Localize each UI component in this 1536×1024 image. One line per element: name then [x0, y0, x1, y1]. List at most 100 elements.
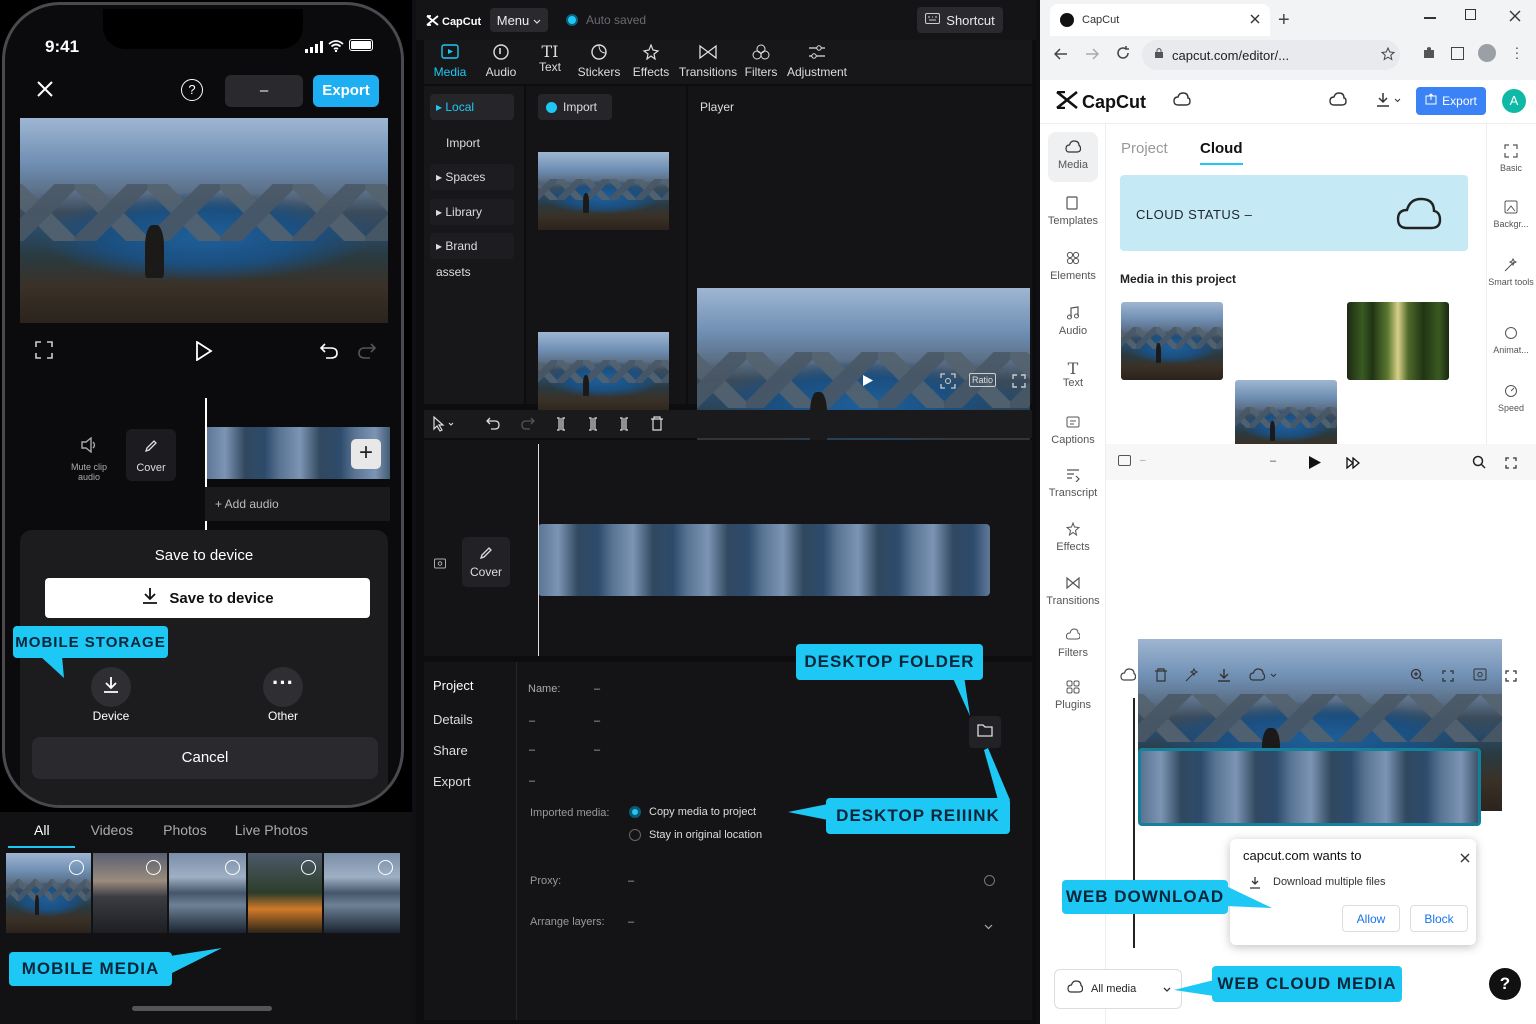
play-icon[interactable] [862, 374, 874, 392]
settings-nav-export[interactable]: Export [433, 774, 471, 789]
extensions-icon[interactable] [1422, 46, 1436, 65]
project-name-field[interactable]: – [225, 75, 303, 107]
cover-button[interactable]: Cover [126, 429, 176, 481]
tab-videos[interactable]: Videos [75, 812, 150, 848]
close-icon[interactable] [35, 79, 55, 104]
profile-avatar[interactable] [1478, 44, 1496, 62]
ratio-button[interactable]: Ratio [969, 373, 997, 387]
nav-audio[interactable]: Audio [1046, 306, 1100, 337]
expand-icon[interactable] [1505, 669, 1517, 687]
toolbar-media[interactable]: Media [430, 44, 470, 79]
select-circle-icon[interactable] [301, 860, 316, 875]
cloud-icon[interactable] [1329, 92, 1347, 113]
nav-media[interactable]: Media [1046, 140, 1100, 171]
allow-button[interactable]: Allow [1342, 905, 1400, 932]
select-circle-icon[interactable] [69, 860, 84, 875]
download-icon[interactable] [1217, 668, 1231, 687]
save-to-device-button[interactable]: Save to device [45, 578, 370, 618]
chevron-down-icon[interactable] [984, 917, 993, 935]
shortcut-button[interactable]: Shortcut [917, 7, 1003, 33]
toolbar-adjustment[interactable]: Adjustment [786, 44, 848, 79]
fit-icon[interactable] [1442, 669, 1454, 687]
cloud-icon[interactable] [1173, 92, 1191, 113]
stay-option-label[interactable]: Stay in original location [649, 829, 762, 841]
undo-icon[interactable] [319, 341, 339, 364]
sidebar-item-library[interactable]: ▸ Library [430, 199, 514, 225]
back-icon[interactable] [1053, 47, 1068, 65]
toolbar-audio[interactable]: Audio [480, 44, 522, 79]
nav-templates[interactable]: Templates [1046, 196, 1100, 227]
fullscreen-icon[interactable] [35, 341, 53, 364]
undo-icon[interactable] [486, 417, 500, 436]
browser-tab[interactable]: CapCut [1050, 4, 1270, 36]
track-icon[interactable] [434, 556, 446, 574]
playhead[interactable] [538, 444, 539, 656]
all-media-dropdown[interactable]: All media [1054, 969, 1182, 1009]
aspect-icon[interactable] [1118, 455, 1131, 466]
star-icon[interactable] [1380, 46, 1396, 66]
tab-live-photos[interactable]: Live Photos [221, 812, 322, 848]
web-export-button[interactable]: Export [1416, 87, 1486, 115]
nav-effects[interactable]: Effects [1046, 521, 1100, 553]
settings-nav-project[interactable]: Project [433, 678, 473, 693]
fast-forward-icon[interactable] [1346, 456, 1361, 474]
nav-text[interactable]: T Text [1046, 360, 1100, 389]
sidebar-item-brand-assets[interactable]: ▸ Brand assets [430, 233, 514, 279]
delete-icon[interactable] [1154, 668, 1168, 687]
media-thumb[interactable] [538, 332, 669, 414]
toolbar-text[interactable]: TI Text [530, 44, 570, 75]
copy-option-label[interactable]: Copy media to project [649, 806, 756, 818]
address-bar[interactable]: capcut.com/editor/... [1142, 40, 1400, 70]
redo-icon[interactable] [521, 417, 535, 436]
right-nav-background[interactable]: Backgr... [1488, 200, 1534, 229]
magic-icon[interactable] [1185, 667, 1199, 687]
forward-icon[interactable] [1085, 47, 1100, 65]
nav-elements[interactable]: Elements [1046, 251, 1100, 282]
settings-nav-details[interactable]: Details [433, 712, 473, 727]
cloud-media-thumb[interactable] [1347, 302, 1449, 380]
sidepanel-icon[interactable] [1451, 47, 1464, 60]
help-icon[interactable]: ? [181, 79, 203, 101]
close-tab-icon[interactable] [1250, 11, 1260, 29]
add-clip-button[interactable]: + [351, 439, 381, 469]
zoom-in-icon[interactable] [1410, 668, 1424, 687]
split-icon[interactable] [555, 417, 567, 436]
redo-icon[interactable] [357, 341, 377, 364]
close-window-icon[interactable] [1509, 9, 1521, 27]
tab-photos[interactable]: Photos [149, 812, 221, 848]
device-button[interactable] [91, 667, 131, 707]
close-icon[interactable] [1460, 850, 1470, 868]
more-icon[interactable]: ··· [263, 667, 303, 707]
name-value[interactable]: – [594, 683, 600, 695]
export-button[interactable]: Export [313, 75, 379, 107]
toolbar-stickers[interactable]: Stickers [576, 44, 622, 79]
media-thumb[interactable] [538, 152, 669, 230]
nav-transitions[interactable]: Transitions [1046, 576, 1100, 607]
toolbar-transitions[interactable]: Transitions [678, 44, 738, 79]
play-icon[interactable] [1308, 455, 1322, 475]
toolbar-filters[interactable]: Filters [743, 44, 779, 79]
tab-project[interactable]: Project [1121, 140, 1168, 157]
cover-button[interactable]: Cover [462, 537, 510, 587]
video-clip[interactable] [538, 524, 990, 596]
help-button[interactable]: ? [1489, 968, 1521, 1000]
split-right-icon[interactable] [618, 417, 630, 436]
reload-icon[interactable] [1116, 46, 1130, 65]
kebab-menu-icon[interactable]: · · · [1514, 40, 1520, 64]
settings-nav-share[interactable]: Share [433, 743, 468, 758]
nav-transcript[interactable]: Transcript [1046, 468, 1100, 499]
nav-plugins[interactable]: Plugins [1046, 680, 1100, 711]
select-circle-icon[interactable] [225, 860, 240, 875]
user-avatar[interactable]: A [1502, 89, 1526, 113]
mute-clip-button[interactable]: Mute clip audio [67, 436, 111, 482]
maximize-icon[interactable] [1465, 9, 1476, 20]
proxy-toggle-icon[interactable] [984, 875, 995, 886]
cloud-media-thumb[interactable] [1121, 302, 1223, 380]
cloud-upload-icon[interactable] [1249, 668, 1279, 687]
add-audio-label[interactable]: + Add audio [215, 497, 279, 511]
download-icon[interactable] [1376, 92, 1402, 113]
fullscreen-icon[interactable] [1012, 374, 1026, 393]
zoom-icon[interactable] [1472, 455, 1486, 474]
menu-button[interactable]: Menu [490, 8, 548, 32]
toolbar-effects[interactable]: Effects [630, 43, 672, 79]
